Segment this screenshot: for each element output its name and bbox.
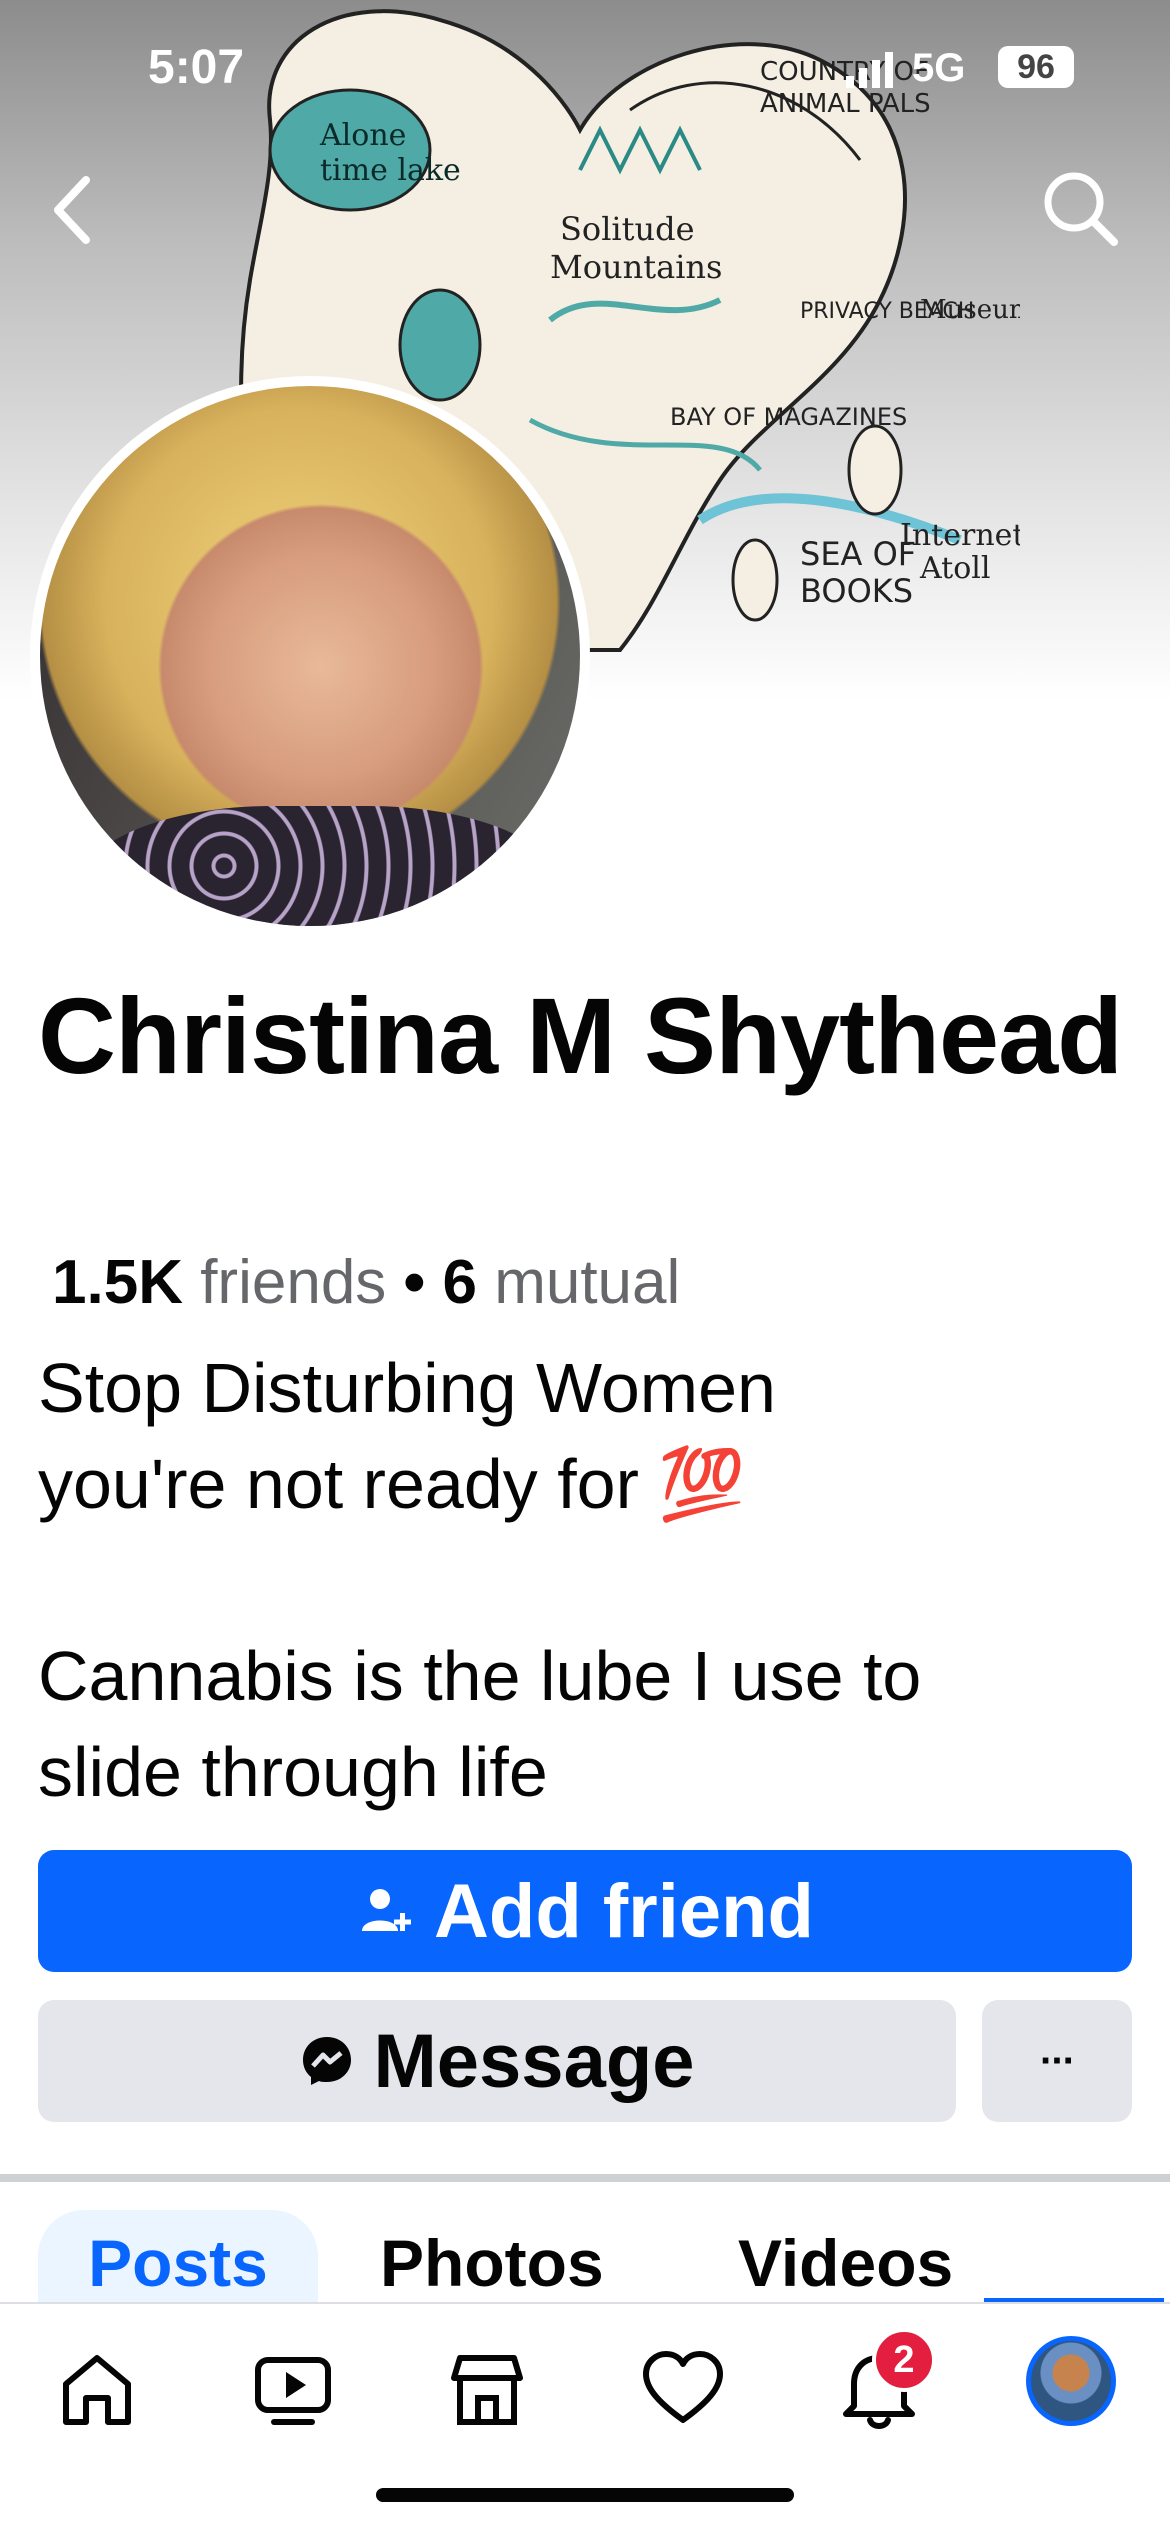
friend-stats[interactable]: 1.5K friends • 6 mutual — [52, 1250, 680, 1316]
svg-text:Museums: Museums — [920, 295, 1020, 325]
mutual-count: 6 — [442, 1248, 477, 1317]
svg-text:time lake: time lake — [320, 153, 461, 188]
bottom-navigation — [0, 2302, 1170, 2462]
mutual-label: mutual — [494, 1248, 681, 1317]
profile-photo-image — [40, 386, 580, 926]
stats-separator: • — [403, 1248, 426, 1317]
video-icon[interactable] — [248, 2344, 338, 2434]
profile-name: Christina M Shythead — [38, 975, 1123, 1096]
status-time: 5:07 — [148, 41, 245, 94]
svg-text:SEA OF: SEA OF — [800, 535, 916, 573]
section-divider — [0, 2174, 1170, 2182]
svg-text:BAY OF MAGAZINES: BAY OF MAGAZINES — [670, 403, 907, 431]
more-options-button[interactable]: ··· — [982, 2000, 1132, 2122]
dating-heart-icon[interactable] — [638, 2344, 728, 2434]
add-person-icon — [362, 1889, 412, 1931]
home-icon[interactable] — [52, 2344, 142, 2434]
profile-avatar[interactable] — [1026, 2336, 1116, 2426]
add-friend-label: Add friend — [434, 1868, 814, 1954]
svg-text:BOOKS: BOOKS — [800, 572, 913, 610]
more-icon: ··· — [1040, 2038, 1076, 2083]
message-button[interactable]: Message — [38, 2000, 956, 2122]
svg-text:Solitude: Solitude — [560, 210, 695, 248]
friends-count: 1.5K — [52, 1248, 183, 1317]
profile-picture[interactable] — [30, 376, 590, 936]
search-icon[interactable] — [1040, 168, 1120, 248]
profile-bio: Stop Disturbing Women you're not ready f… — [38, 1349, 922, 1811]
marketplace-icon[interactable] — [442, 2344, 532, 2434]
signal-icon — [846, 52, 893, 88]
notification-badge: 2 — [872, 2328, 936, 2392]
svg-text:Mountains: Mountains — [550, 248, 722, 286]
tab-posts[interactable]: Posts — [38, 2210, 318, 2302]
messenger-icon — [303, 2037, 352, 2085]
network-indicator: 5G — [912, 46, 966, 90]
tab-videos[interactable]: Videos — [738, 2210, 953, 2302]
battery-indicator: 96 — [998, 46, 1074, 88]
message-label: Message — [373, 2018, 695, 2104]
friends-label: friends — [200, 1248, 387, 1317]
svg-text:Internet: Internet — [900, 518, 1020, 553]
tab-photos[interactable]: Photos — [380, 2210, 604, 2302]
status-bar: 5:07 5G 96 — [0, 40, 1170, 100]
back-icon[interactable] — [44, 170, 104, 250]
home-indicator — [376, 2488, 794, 2502]
profile-tabs: Posts Photos Videos — [0, 2210, 1170, 2302]
add-friend-button[interactable]: Add friend — [38, 1850, 1132, 1972]
svg-text:Atoll: Atoll — [919, 551, 990, 586]
svg-text:Alone: Alone — [319, 118, 406, 153]
